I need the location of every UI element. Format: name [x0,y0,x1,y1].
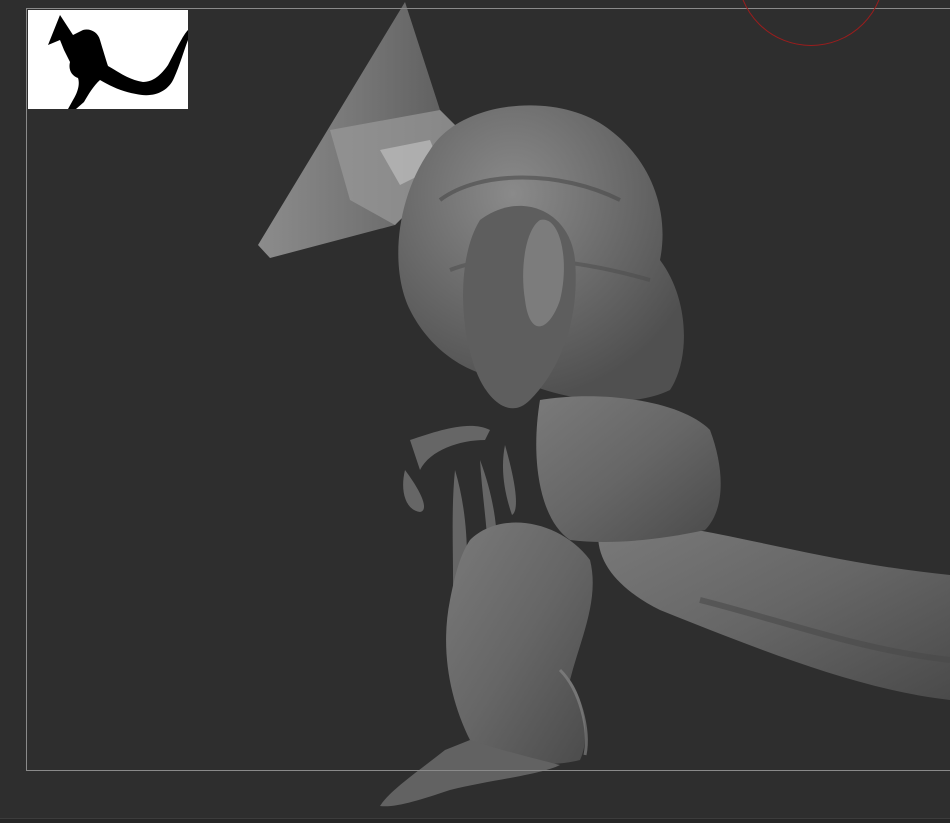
silhouette-thumbnail[interactable] [28,10,188,109]
canvas-frame [26,8,950,771]
silhouette-preview-icon [48,15,188,109]
bottom-edge-strip [0,818,950,823]
document-viewport[interactable] [0,0,950,823]
